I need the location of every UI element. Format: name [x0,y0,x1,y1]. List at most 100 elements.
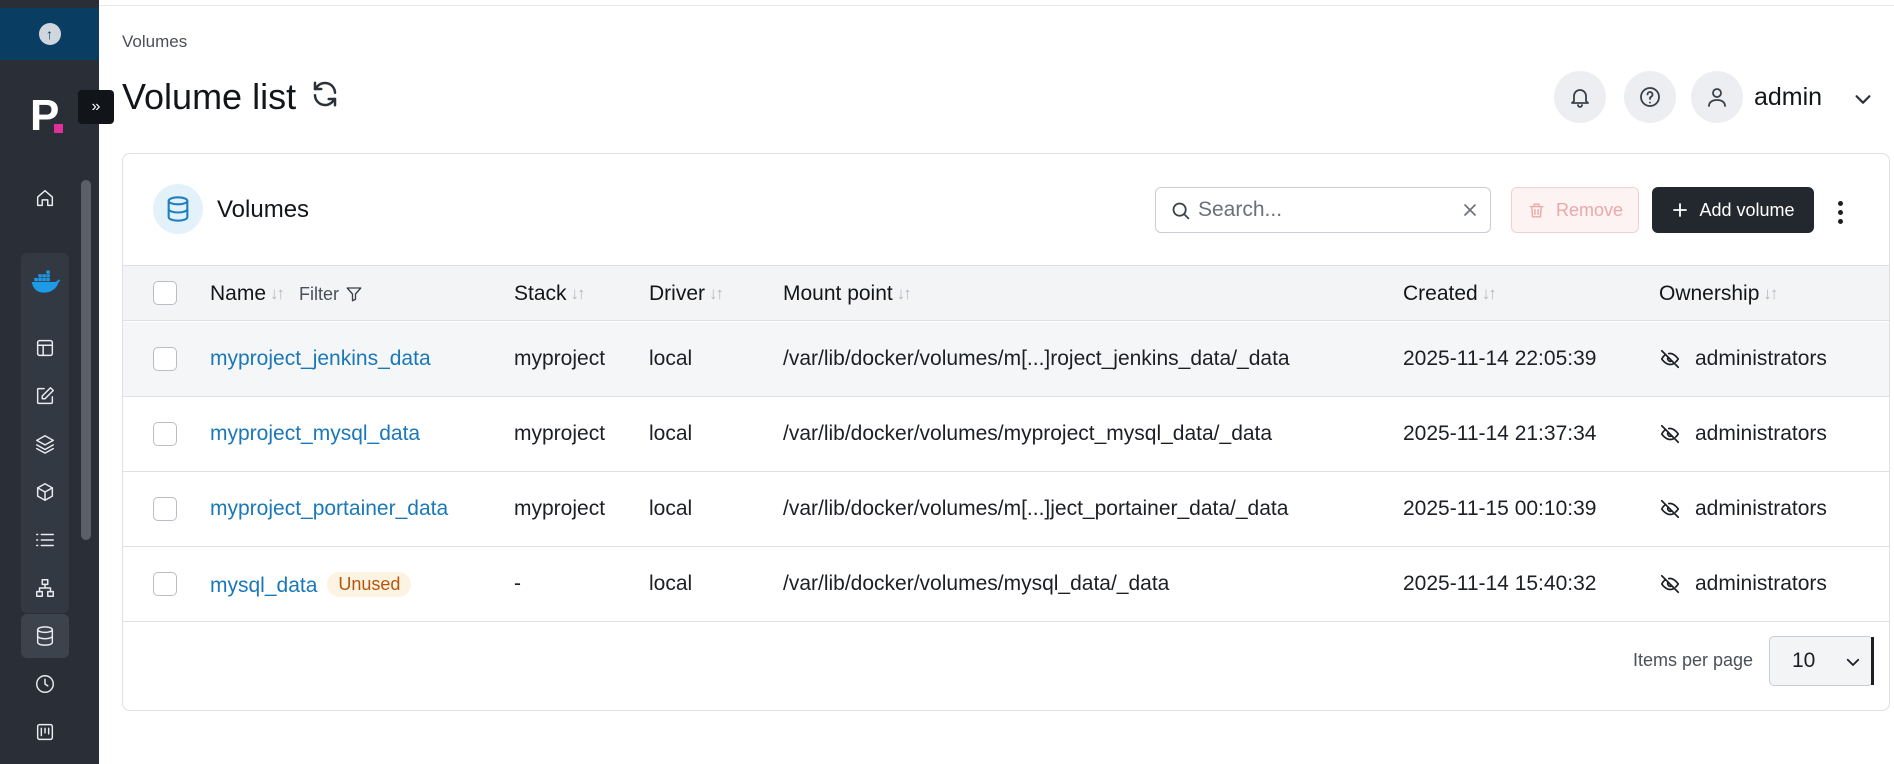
breadcrumb[interactable]: Volumes [122,32,187,52]
layers-icon [36,435,54,454]
table-row[interactable]: mysql_data Unused - local /var/lib/docker… [123,547,1889,622]
sidebar-item-home[interactable] [21,176,69,220]
docker-icon [31,270,61,293]
refresh-icon[interactable] [310,76,340,118]
driver-cell: local [649,347,693,370]
ownership-cell: administrators [1659,422,1827,446]
sidebar-item-dashboard[interactable] [21,326,69,370]
home-icon [36,189,54,207]
edit-icon [36,387,54,405]
sidebar-scrollbar[interactable] [81,180,91,540]
column-driver-label: Driver [649,282,705,305]
row-checkbox[interactable] [153,347,177,371]
sort-icon: ↓↑ [270,284,285,303]
column-stack-label: Stack [514,282,567,305]
clock-icon [36,675,54,693]
unused-badge: Unused [327,572,412,597]
sidebar-item-networks[interactable] [21,566,69,610]
widget-title: Volumes [217,196,310,223]
filter-icon [346,287,362,302]
table-header: Name ↓↑ Filter Stack ↓↑ Driver ↓↑ Mount … [123,265,1889,321]
row-checkbox[interactable] [153,572,177,596]
sidebar-top-bar[interactable]: ↑ [0,8,99,60]
notifications-button[interactable] [1554,71,1606,123]
search-icon [1170,200,1191,226]
add-volume-button[interactable]: Add volume [1652,187,1814,233]
kebab-dot [1837,218,1843,224]
sidebar-item-images[interactable] [21,518,69,562]
database-icon [153,184,203,234]
stack-cell: myproject [514,422,606,445]
sidebar-expand-button[interactable]: » [78,90,114,124]
more-options-button[interactable] [1830,198,1850,226]
help-icon [1640,87,1660,107]
stack-cell: myproject [514,497,606,520]
items-per-page-select[interactable]: 10 [1769,636,1874,686]
sidebar-item-volumes[interactable] [21,614,69,658]
sidebar-item-stacks[interactable] [21,422,69,466]
ownership-cell: administrators [1659,347,1827,371]
sidebar-item-containers[interactable] [21,470,69,514]
column-driver[interactable]: Driver ↓↑ [649,282,724,306]
search-box[interactable] [1155,187,1491,233]
sort-icon: ↓↑ [1481,284,1497,303]
select-all-checkbox[interactable] [153,281,177,305]
user-name[interactable]: admin [1754,83,1822,112]
volume-name-link[interactable]: myproject_jenkins_data [210,347,431,371]
help-button[interactable] [1624,71,1676,123]
chevron-down-icon[interactable] [1852,88,1874,115]
sidebar-item-templates[interactable] [21,374,69,418]
search-input[interactable] [1198,196,1448,224]
upload-circle-icon: ↑ [38,23,61,45]
volume-name-link[interactable]: myproject_mysql_data [210,422,420,446]
column-mount-point[interactable]: Mount point ↓↑ [783,282,912,306]
bell-icon [1571,89,1589,108]
chevron-down-icon [1846,658,1860,666]
volume-name-link[interactable]: myproject_portainer_data [210,497,448,521]
filter-button[interactable]: Filter [299,284,363,305]
driver-cell: local [649,572,693,595]
dashboard-icon [36,339,54,357]
box-icon [36,483,54,501]
database-icon [36,626,54,646]
kebab-dot [1837,209,1843,215]
close-icon[interactable] [1460,200,1480,225]
column-name[interactable]: Name ↓↑ Filter [210,282,363,306]
focus-bar [1871,637,1874,685]
sidebar: ↑ P » [0,0,114,764]
ownership-cell: administrators [1659,497,1827,521]
eye-off-icon [1660,499,1680,519]
stack-cell: - [514,572,521,595]
portainer-logo[interactable]: P [30,94,63,138]
created-cell: 2025-11-14 22:05:39 [1403,347,1597,370]
user-avatar-button[interactable] [1691,71,1743,123]
sidebar-item-host[interactable] [21,710,69,754]
driver-cell: local [649,497,693,520]
row-checkbox[interactable] [153,422,177,446]
items-per-page-label: Items per page [1633,650,1754,670]
mount-point-cell: /var/lib/docker/volumes/m[...]roject_jen… [783,347,1290,370]
sidebar-item-docker[interactable] [21,260,69,304]
column-ownership-label: Ownership [1659,282,1760,305]
row-checkbox[interactable] [153,497,177,521]
column-stack[interactable]: Stack ↓↑ [514,282,586,306]
column-created[interactable]: Created ↓↑ [1403,282,1497,306]
sidebar-item-events[interactable] [21,662,69,706]
column-ownership[interactable]: Ownership ↓↑ [1659,282,1778,306]
ownership-cell: administrators [1659,572,1827,596]
page-title-text: Volume list [122,76,297,117]
table-row[interactable]: myproject_jenkins_data myproject local /… [123,322,1889,397]
remove-button[interactable]: Remove [1511,187,1639,233]
remove-label: Remove [1555,199,1624,220]
table-row[interactable]: myproject_mysql_data myproject local /va… [123,397,1889,472]
table-row[interactable]: myproject_portainer_data myproject local… [123,472,1889,547]
column-created-label: Created [1403,282,1478,305]
volume-name-link[interactable]: mysql_data [210,574,317,597]
eye-off-icon [1660,349,1680,369]
filter-label: Filter [299,283,340,304]
mount-point-cell: /var/lib/docker/volumes/mysql_data/_data [783,572,1170,595]
mount-point-cell: /var/lib/docker/volumes/m[...]ject_porta… [783,497,1289,520]
ownership-label: administrators [1695,497,1827,520]
kebab-dot [1837,200,1843,206]
driver-cell: local [649,422,693,445]
